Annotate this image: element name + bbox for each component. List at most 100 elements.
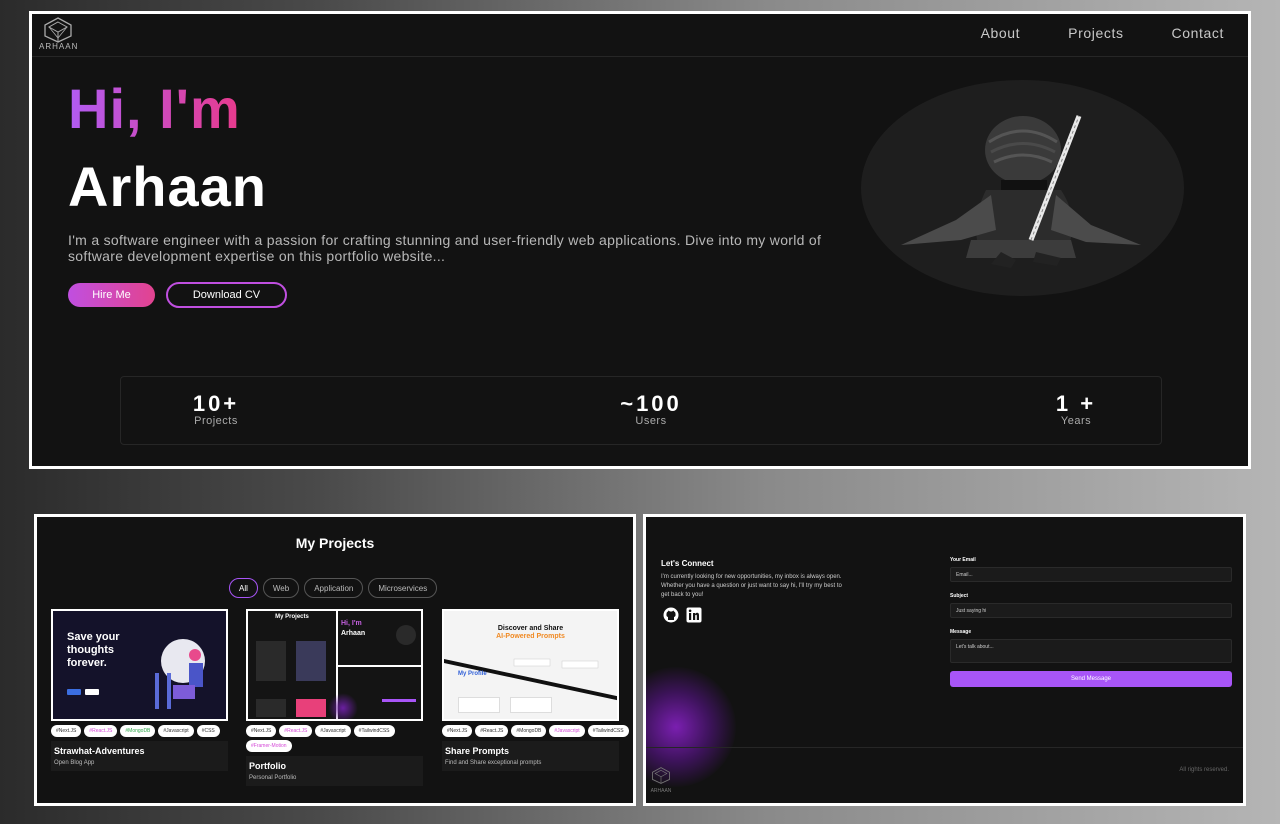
thumb-headline: Save your thoughts forever.	[67, 631, 120, 669]
thumb-avatar	[396, 625, 416, 645]
tag: #Javascript	[549, 725, 585, 737]
send-message-button[interactable]: Send Message	[950, 671, 1232, 687]
thumb-block	[458, 697, 500, 713]
thumb-left: My Projects	[248, 611, 338, 719]
github-icon[interactable]	[663, 607, 679, 623]
card-title: Strawhat-Adventures	[54, 746, 145, 756]
filter-web[interactable]: Web	[262, 578, 300, 598]
nav-contact[interactable]: Contact	[1172, 25, 1224, 41]
tag-list: #Next.JS #React.JS #MongoDB #Javascript …	[442, 725, 632, 737]
message-label: Message	[950, 629, 972, 635]
filter-application[interactable]: Application	[304, 578, 364, 598]
logo-icon	[652, 767, 670, 784]
hero-name: Arhaan	[68, 155, 267, 218]
thumb-block	[256, 699, 286, 717]
tag-list: #Next.JS #React.JS #MongoDB #Javascript …	[51, 725, 241, 737]
project-card[interactable]: Save your thoughts forever. #Next.JS #Re…	[51, 609, 228, 771]
footer-logo[interactable]: ARHAAN	[650, 767, 672, 794]
logo-text: ARHAAN	[39, 42, 79, 51]
navbar: ARHAAN About Projects Contact	[32, 14, 1248, 57]
stat-label: Users	[635, 415, 667, 427]
thumb-hi: Hi, I'm	[341, 620, 362, 627]
download-cv-button[interactable]: Download CV	[166, 282, 287, 308]
thumb-bar	[382, 699, 416, 702]
stats-bar: 10+ Projects ~100 Users 1 + Years	[120, 376, 1162, 445]
filter-microservices[interactable]: Microservices	[368, 578, 438, 598]
email-label: Your Email	[950, 557, 976, 563]
thumb-profile: My Profile	[458, 671, 487, 677]
nav-about[interactable]: About	[981, 25, 1021, 41]
tag-list: #Next.JS #React.JS #Javascript #Tailwind…	[246, 725, 436, 752]
stat-value: ~100	[620, 391, 682, 416]
card-info: Strawhat-Adventures Open Blog App	[51, 741, 228, 771]
tag: #React.JS	[475, 725, 509, 737]
message-field[interactable]: Let's talk about...	[950, 639, 1232, 663]
projects-section: My Projects All Web Application Microser…	[34, 514, 636, 806]
nav-projects[interactable]: Projects	[1068, 25, 1123, 41]
stat-label: Projects	[194, 415, 238, 427]
project-filters: All Web Application Microservices	[229, 578, 438, 598]
project-thumbnail[interactable]: Discover and Share AI-Powered Prompts My…	[442, 609, 619, 721]
stat-label: Years	[1060, 415, 1092, 427]
footer-logo-text: ARHAAN	[650, 788, 672, 794]
project-thumbnail[interactable]: Save your thoughts forever.	[51, 609, 228, 721]
project-card[interactable]: My Projects Hi, I'm Arhaan #Next.JS #Rea…	[246, 609, 423, 786]
card-description: Find and Share exceptional prompts	[445, 760, 542, 766]
card-info: Share Prompts Find and Share exceptional…	[442, 741, 619, 771]
tag: #Next.JS	[442, 725, 473, 737]
tag: #React.JS	[84, 725, 118, 737]
thumb-block	[296, 699, 326, 717]
card-title: Portfolio	[249, 761, 286, 771]
tag: #React.JS	[279, 725, 313, 737]
thumb-title: My Projects	[275, 614, 309, 620]
tag: #Javascript	[315, 725, 351, 737]
thumb-right-top: Hi, I'm Arhaan	[338, 611, 421, 667]
greeting: Hi, I'm	[68, 77, 241, 140]
tag: #MongoDB	[511, 725, 547, 737]
email-field[interactable]: Email...	[950, 567, 1232, 582]
ninja-illustration	[901, 115, 1141, 268]
stat-projects: 10+ Projects	[171, 391, 261, 428]
logo-icon	[44, 17, 72, 43]
tag: #Framer-Motion	[246, 740, 292, 752]
card-description: Open Blog App	[54, 760, 95, 766]
tag: #TailwindCSS	[353, 725, 395, 737]
subject-label: Subject	[950, 593, 969, 599]
contact-text: I'm currently looking for new opportunit…	[661, 574, 842, 598]
tag: #MongoDB	[120, 725, 156, 737]
thumb-block	[256, 641, 286, 681]
contact-title: Let's Connect	[661, 559, 714, 568]
hire-me-button[interactable]: Hire Me	[68, 283, 155, 307]
thumb-right-bottom	[328, 667, 421, 719]
tag: #Next.JS	[51, 725, 82, 737]
logo[interactable]: ARHAAN	[39, 17, 77, 53]
card-description: Personal Portfolio	[249, 775, 297, 781]
filter-all[interactable]: All	[229, 578, 258, 598]
thumb-block	[510, 697, 552, 713]
thumb-name: Arhaan	[341, 630, 366, 637]
thumb-button	[85, 689, 99, 695]
card-info: Portfolio Personal Portfolio	[246, 756, 423, 786]
hero-bio: I'm a software engineer with a passion f…	[68, 232, 822, 264]
avatar	[861, 80, 1184, 296]
thumb-block	[296, 641, 326, 681]
thumb-glow	[328, 693, 358, 719]
project-card[interactable]: Discover and Share AI-Powered Prompts My…	[442, 609, 629, 771]
card-title: Share Prompts	[445, 746, 510, 756]
tag: #Javascript	[158, 725, 194, 737]
tag: #TailwindCSS	[587, 725, 629, 737]
contact-section: Let's Connect I'm currently looking for …	[643, 514, 1246, 806]
stat-value: 10+	[192, 391, 240, 416]
footer-divider	[646, 747, 1243, 748]
copyright-text: All rights reserved.	[1179, 767, 1229, 773]
thumb-illustration	[155, 639, 205, 709]
stat-users: ~100 Users	[596, 391, 706, 428]
thumb-button	[67, 689, 81, 695]
stat-value: 1 +	[1055, 391, 1097, 416]
project-thumbnail[interactable]: My Projects Hi, I'm Arhaan	[246, 609, 423, 721]
section-title: My Projects	[295, 535, 375, 551]
tag: #CSS	[196, 725, 220, 737]
linkedin-icon[interactable]	[686, 607, 702, 623]
hero-section: ARHAAN About Projects Contact Hi, I'm Ar…	[29, 11, 1251, 469]
subject-field[interactable]: Just saying hi	[950, 603, 1232, 618]
